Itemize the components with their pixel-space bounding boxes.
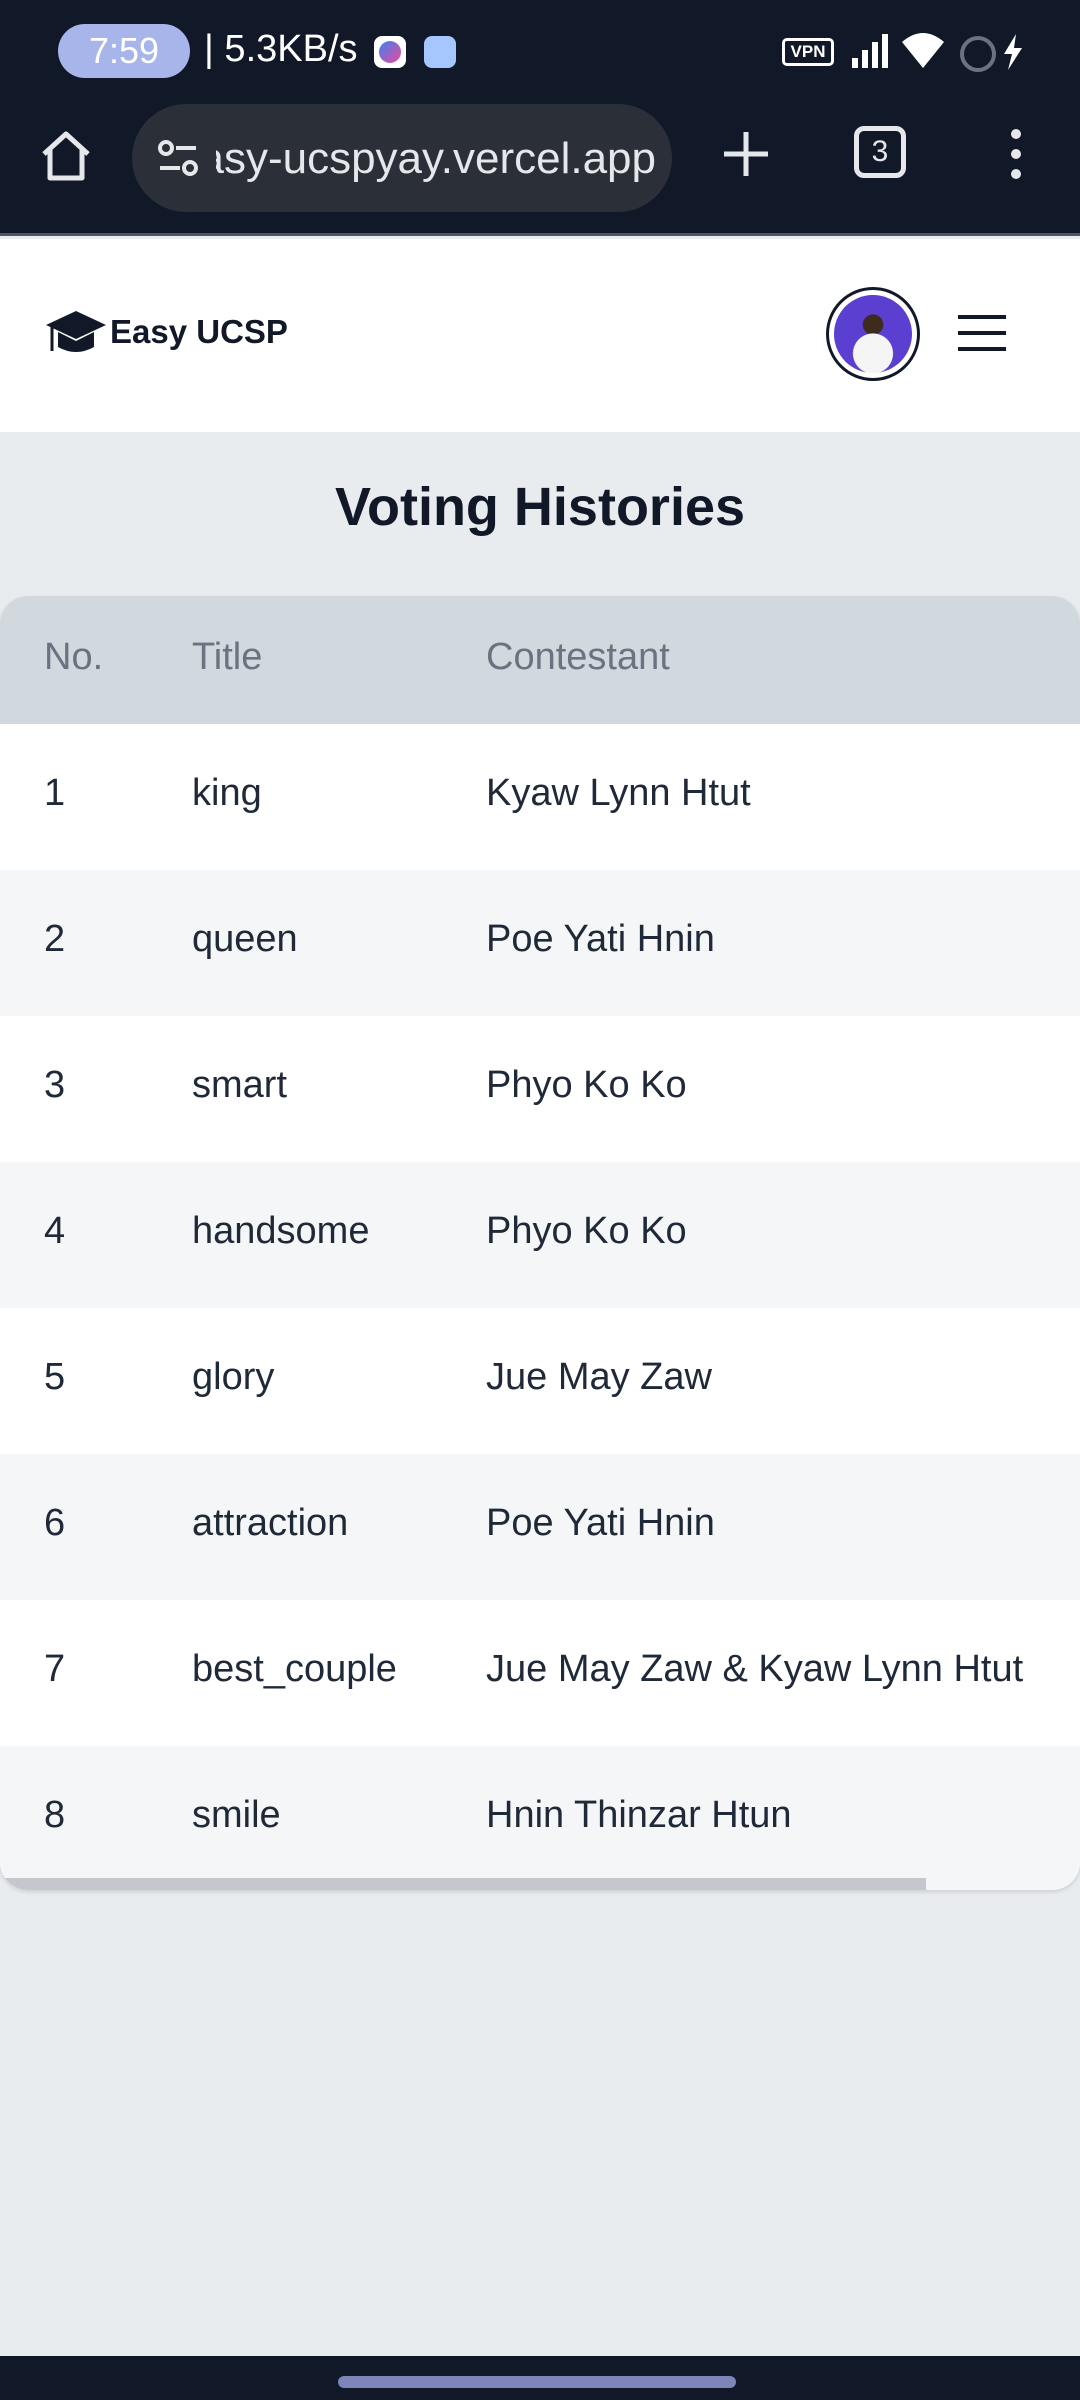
cell-contestant: Jue May Zaw xyxy=(486,1356,712,1398)
cell-title: attraction xyxy=(192,1502,349,1544)
cell-no: 8 xyxy=(44,1794,66,1836)
cell-no: 2 xyxy=(44,918,66,960)
cell-title: smart xyxy=(192,1064,287,1106)
cell-contestant: Jue May Zaw & Kyaw Lynn Htut xyxy=(486,1648,1024,1690)
column-header-contestant: Contestant xyxy=(486,636,670,678)
browser-toolbar: easy-ucspyay.vercel.app 3 xyxy=(0,100,1080,236)
tab-switcher-button[interactable]: 3 xyxy=(854,126,906,178)
app-notification-icon xyxy=(424,36,456,68)
url-text[interactable]: easy-ucspyay.vercel.app xyxy=(216,134,656,184)
table-row: 2 queen Poe Yati Hnin xyxy=(0,870,1080,1016)
table-header: No. Title Contestant xyxy=(0,596,1080,724)
cell-title: glory xyxy=(192,1356,275,1398)
signal-icon xyxy=(852,34,888,68)
table-row: 5 glory Jue May Zaw xyxy=(0,1308,1080,1454)
table-row: 8 smile Hnin Thinzar Htun xyxy=(0,1746,1080,1890)
tune-icon[interactable] xyxy=(156,138,200,178)
cell-no: 5 xyxy=(44,1356,66,1398)
cell-no: 3 xyxy=(44,1064,66,1106)
status-bar: 7:59 | 5.3KB/s VPN xyxy=(0,0,1080,100)
site-header: Easy UCSP xyxy=(0,239,1080,432)
vpn-icon: VPN xyxy=(782,38,834,66)
menu-icon[interactable] xyxy=(956,311,1008,355)
column-header-no: No. xyxy=(44,636,104,678)
cell-title: king xyxy=(192,772,262,814)
cell-no: 4 xyxy=(44,1210,66,1252)
cell-title: best_couple xyxy=(192,1648,397,1690)
network-speed: | 5.3KB/s xyxy=(204,28,358,70)
cell-title: handsome xyxy=(192,1210,370,1252)
system-nav-bar xyxy=(0,2356,1080,2400)
cell-no: 7 xyxy=(44,1648,66,1690)
column-header-title: Title xyxy=(192,636,263,678)
horizontal-scrollbar[interactable] xyxy=(0,1878,926,1890)
page-title: Voting Histories xyxy=(334,477,746,537)
avatar[interactable] xyxy=(826,287,920,381)
more-vert-icon[interactable] xyxy=(996,124,1036,184)
home-icon[interactable] xyxy=(36,126,96,186)
graduation-cap-icon[interactable] xyxy=(44,305,108,359)
wifi-icon xyxy=(902,33,944,68)
battery-icon xyxy=(960,36,996,72)
avatar-image xyxy=(834,295,912,373)
cell-contestant: Phyo Ko Ko xyxy=(486,1210,687,1252)
cell-no: 6 xyxy=(44,1502,66,1544)
cell-contestant: Poe Yati Hnin xyxy=(486,1502,715,1544)
address-bar[interactable]: easy-ucspyay.vercel.app xyxy=(132,104,672,212)
cell-contestant: Phyo Ko Ko xyxy=(486,1064,687,1106)
cell-contestant: Hnin Thinzar Htun xyxy=(486,1794,792,1836)
cell-title: smile xyxy=(192,1794,281,1836)
cell-title: queen xyxy=(192,918,298,960)
gesture-handle[interactable] xyxy=(338,2376,736,2388)
site-logo-text[interactable]: Easy UCSP xyxy=(110,313,288,351)
charging-icon xyxy=(1004,34,1022,70)
cell-contestant: Kyaw Lynn Htut xyxy=(486,772,751,814)
table-row: 3 smart Phyo Ko Ko xyxy=(0,1016,1080,1162)
plus-icon[interactable] xyxy=(716,124,776,184)
table-row: 6 attraction Poe Yati Hnin xyxy=(0,1454,1080,1600)
table-row: 7 best_couple Jue May Zaw & Kyaw Lynn Ht… xyxy=(0,1600,1080,1746)
voting-history-table[interactable]: No. Title Contestant 1 king Kyaw Lynn Ht… xyxy=(0,596,1080,1890)
status-time: 7:59 xyxy=(58,24,190,78)
messenger-icon xyxy=(374,36,406,68)
cell-contestant: Poe Yati Hnin xyxy=(486,918,715,960)
table-row: 1 king Kyaw Lynn Htut xyxy=(0,724,1080,870)
cell-no: 1 xyxy=(44,772,66,814)
table-row: 4 handsome Phyo Ko Ko xyxy=(0,1162,1080,1308)
